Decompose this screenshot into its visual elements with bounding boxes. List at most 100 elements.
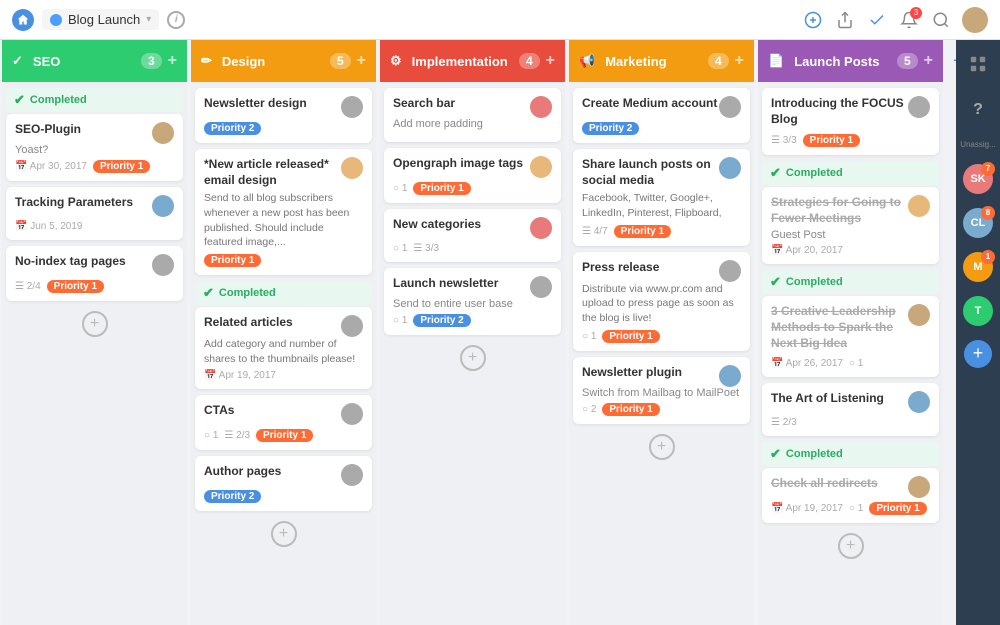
list-item[interactable]: CTAs○ 1☰ 2/3Priority 1: [195, 395, 372, 450]
card-subtitle: Send to entire user base: [393, 298, 552, 310]
list-item[interactable]: The Art of Listening☰ 2/3: [762, 383, 939, 436]
add-column-button[interactable]: +: [945, 40, 956, 625]
card-title: Related articles: [204, 315, 293, 331]
card-meta: ○ 1: [582, 331, 596, 342]
card-avatar: [341, 403, 363, 425]
add-member-button[interactable]: +: [964, 340, 992, 368]
table-row[interactable]: Check all redirects📅 Apr 19, 2017○ 1Prio…: [762, 468, 939, 523]
table-row[interactable]: Related articlesAdd category and number …: [195, 307, 372, 389]
column-add-icon[interactable]: +: [735, 52, 744, 70]
table-row[interactable]: SEO-PluginYoast?📅 Apr 30, 2017Priority 1: [6, 114, 183, 181]
info-icon[interactable]: i: [167, 11, 185, 29]
card-meta: ○ 2: [582, 404, 596, 415]
list-item[interactable]: No-index tag pages☰ 2/4Priority 1: [6, 246, 183, 301]
card-title: Check all redirects: [771, 476, 878, 492]
list-item[interactable]: Share launch posts on social mediaFacebo…: [573, 149, 750, 246]
sk-badge: 7: [981, 162, 995, 176]
priority-badge: Priority 1: [256, 429, 313, 442]
card-meta: ☰ 4/7: [582, 226, 608, 237]
column-marketing: 📢Marketing4+Create Medium accountPriorit…: [569, 40, 754, 625]
completed-banner: ✔Completed: [762, 270, 939, 294]
add-icon[interactable]: [802, 9, 824, 31]
search-icon[interactable]: [930, 9, 952, 31]
column-body-launch: Introducing the FOCUS Blog☰ 3/3Priority …: [758, 82, 943, 625]
table-row[interactable]: 3 Creative Leadership Methods to Spark t…: [762, 296, 939, 377]
column-label: Launch Posts: [794, 54, 879, 69]
share-icon[interactable]: [834, 9, 856, 31]
card-meta: ○ 1: [393, 243, 407, 254]
board-area: ✓SEO3+✔CompletedSEO-PluginYoast?📅 Apr 30…: [0, 40, 956, 625]
column-count: 5: [330, 53, 351, 69]
list-item[interactable]: Press releaseDistribute via www.pr.com a…: [573, 252, 750, 351]
column-body-marketing: Create Medium accountPriority 2 Share lau…: [569, 82, 754, 625]
list-item[interactable]: *New article released* email designSend …: [195, 149, 372, 275]
card-avatar: [341, 157, 363, 179]
card-meta: ☰ 2/4: [15, 281, 41, 292]
column-add-icon[interactable]: +: [924, 52, 933, 70]
column-seo: ✓SEO3+✔CompletedSEO-PluginYoast?📅 Apr 30…: [2, 40, 187, 625]
card-desc: Facebook, Twitter, Google+, LinkedIn, Pi…: [582, 191, 741, 220]
main-layout: ✓SEO3+✔CompletedSEO-PluginYoast?📅 Apr 30…: [0, 40, 1000, 625]
launch-icon: 📄: [768, 53, 784, 69]
list-item[interactable]: Opengraph image tags○ 1Priority 1: [384, 148, 561, 203]
column-add-icon[interactable]: +: [357, 52, 366, 70]
column-count: 5: [897, 53, 918, 69]
grid-icon[interactable]: [962, 48, 994, 80]
user-avatar-sk[interactable]: SK 7: [963, 164, 993, 194]
table-row[interactable]: Strategies for Going to Fewer MeetingsGu…: [762, 187, 939, 264]
add-card-button[interactable]: +: [271, 521, 297, 547]
card-date: 📅 Apr 20, 2017: [771, 245, 843, 256]
add-card-button[interactable]: +: [649, 434, 675, 460]
help-icon[interactable]: ?: [962, 94, 994, 126]
user-avatar-m[interactable]: M 1: [963, 252, 993, 282]
notification-badge: 3: [910, 7, 922, 19]
card-subtitle: Yoast?: [15, 144, 174, 156]
chevron-down-icon: ▾: [146, 14, 151, 25]
list-item[interactable]: Newsletter designPriority 2: [195, 88, 372, 143]
completed-banner: ✔Completed: [6, 88, 183, 112]
card-meta: ☰ 2/3: [224, 430, 250, 441]
card-subtitle: Guest Post: [771, 229, 930, 241]
card-avatar: [719, 260, 741, 282]
card-avatar: [341, 96, 363, 118]
add-card-button[interactable]: +: [460, 345, 486, 371]
list-item[interactable]: Author pagesPriority 2: [195, 456, 372, 511]
list-item[interactable]: Launch newsletterSend to entire user bas…: [384, 268, 561, 335]
add-card-button[interactable]: +: [82, 311, 108, 337]
column-label: Design: [222, 54, 265, 69]
column-header-marketing: 📢Marketing4+: [569, 40, 754, 82]
priority-badge: Priority 1: [602, 403, 659, 416]
notifications-icon[interactable]: 3: [898, 9, 920, 31]
list-item[interactable]: Introducing the FOCUS Blog☰ 3/3Priority …: [762, 88, 939, 155]
home-icon[interactable]: [12, 9, 34, 31]
column-label: SEO: [33, 54, 60, 69]
project-selector[interactable]: Blog Launch ▾: [42, 9, 159, 30]
list-item[interactable]: Create Medium accountPriority 2: [573, 88, 750, 143]
check-icon[interactable]: [866, 9, 888, 31]
card-title: SEO-Plugin: [15, 122, 81, 138]
column-add-icon[interactable]: +: [168, 52, 177, 70]
design-icon: ✏: [201, 53, 212, 69]
list-item[interactable]: Search barAdd more padding: [384, 88, 561, 142]
user-avatar-cl[interactable]: CL 8: [963, 208, 993, 238]
priority-badge: Priority 1: [614, 225, 671, 238]
implementation-icon: ⚙: [390, 53, 402, 69]
card-meta: ☰ 2/3: [771, 417, 797, 428]
card-meta: ○ 1: [393, 315, 407, 326]
card-avatar: [341, 315, 363, 337]
card-desc: Send to all blog subscribers whenever a …: [204, 191, 363, 250]
column-add-icon[interactable]: +: [546, 52, 555, 70]
card-avatar: [152, 122, 174, 144]
add-card-button[interactable]: +: [838, 533, 864, 559]
card-date: 📅 Apr 26, 2017: [771, 358, 843, 369]
card-avatar: [152, 254, 174, 276]
user-avatar-t[interactable]: T: [963, 296, 993, 326]
card-date: 📅 Jun 5, 2019: [15, 221, 83, 232]
columns-container: ✓SEO3+✔CompletedSEO-PluginYoast?📅 Apr 30…: [0, 40, 956, 625]
list-item[interactable]: Newsletter pluginSwitch from Mailbag to …: [573, 357, 750, 424]
priority-badge: Priority 2: [204, 490, 261, 503]
list-item[interactable]: New categories○ 1☰ 3/3: [384, 209, 561, 262]
user-avatar[interactable]: [962, 7, 988, 33]
list-item[interactable]: Tracking Parameters📅 Jun 5, 2019: [6, 187, 183, 240]
cl-badge: 8: [981, 206, 995, 220]
